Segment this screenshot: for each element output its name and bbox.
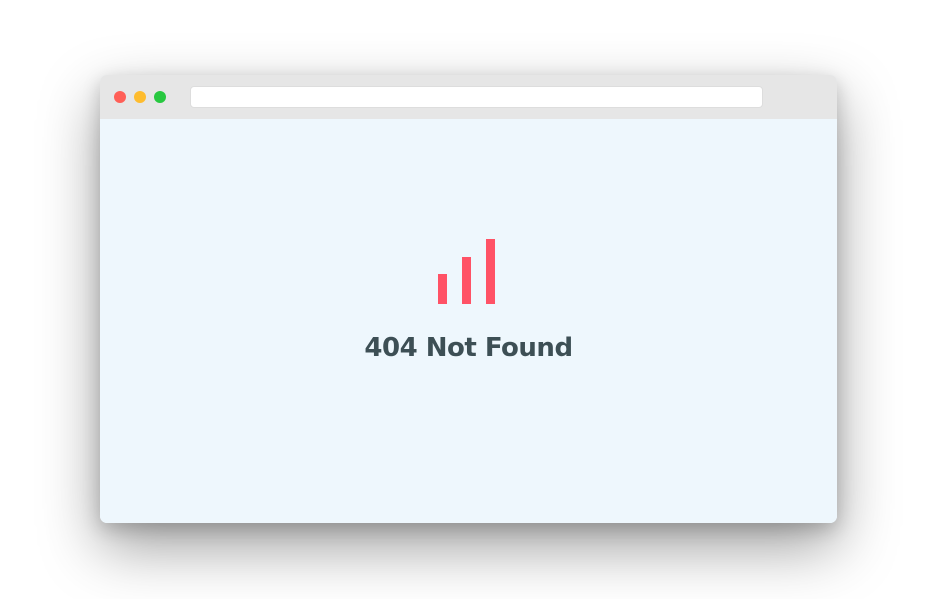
stage: 404 Not Found	[0, 0, 937, 599]
signal-bar-tall	[486, 239, 495, 304]
browser-window: 404 Not Found	[100, 75, 837, 523]
signal-bars-icon	[438, 239, 498, 304]
window-minimize-button[interactable]	[134, 91, 146, 103]
error-message: 404 Not Found	[364, 333, 573, 363]
signal-bar-medium	[462, 257, 471, 304]
address-bar[interactable]	[190, 86, 763, 108]
window-maximize-button[interactable]	[154, 91, 166, 103]
signal-bar-short	[438, 274, 447, 304]
title-bar	[100, 75, 837, 119]
window-close-button[interactable]	[114, 91, 126, 103]
page-content: 404 Not Found	[100, 119, 837, 523]
